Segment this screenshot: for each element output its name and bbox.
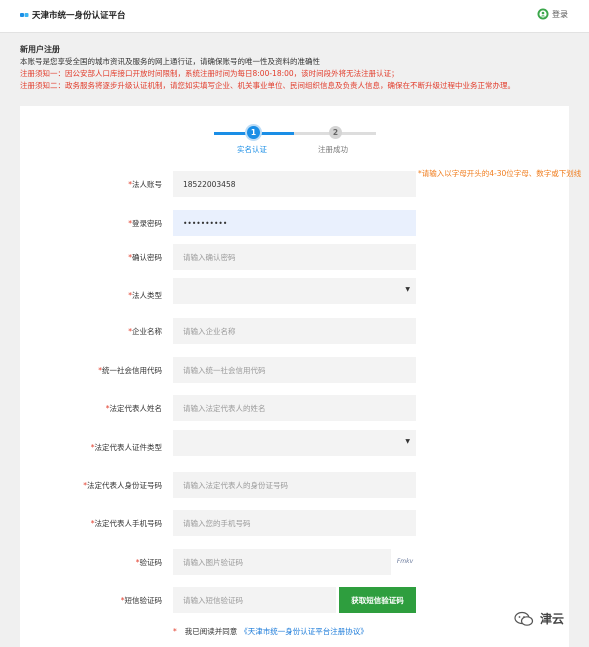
captcha-label: *验证码 — [135, 558, 162, 567]
logo-icon — [20, 13, 29, 17]
sms-code-label: *短信验证码 — [120, 596, 162, 605]
company-name-label: *企业名称 — [128, 327, 162, 336]
account-label: *法人账号 — [128, 180, 162, 189]
top-bar: 天津市统一身份认证平台 登录 — [0, 0, 589, 33]
progress-stepper: 1 2 实名认证 注册成功 — [212, 124, 377, 156]
step-1-label: 实名认证 — [237, 145, 267, 154]
watermark-text: 津云 — [540, 612, 565, 626]
company-name-input[interactable] — [173, 318, 416, 344]
rep-name-label: *法定代表人姓名 — [105, 404, 162, 413]
step-1-circle: 1 — [247, 126, 260, 139]
rep-id-number-label: *法定代表人身份证号码 — [83, 481, 162, 490]
agreement-text: 我已阅读并同意 — [184, 627, 238, 636]
agreement-row: * 我已阅读并同意 《天津市统一身份认证平台注册协议》 — [173, 626, 368, 637]
page-title: 新用户注册 — [20, 45, 60, 54]
credit-code-label: *统一社会信用代码 — [98, 366, 162, 375]
legal-type-select[interactable]: ▼ — [173, 278, 416, 304]
notice-warning-2: 注册须知二：政务服务将逐步升级认证机制，请您如实填写企业、机关事业单位、民间组织… — [20, 81, 515, 90]
rep-name-input[interactable] — [173, 395, 416, 421]
chevron-down-icon: ▼ — [405, 438, 410, 445]
login-label: 登录 — [552, 9, 568, 19]
confirm-password-label: *确认密码 — [128, 253, 162, 262]
notice-description: 本账号是您享受全国的城市资讯及服务的网上通行证，请确保账号的唯一性及资料的准确性 — [20, 57, 320, 66]
rep-id-type-label: *法定代表人证件类型 — [90, 443, 162, 452]
chevron-down-icon: ▼ — [405, 286, 410, 293]
password-label: *登录密码 — [128, 219, 162, 228]
legal-type-label: *法人类型 — [128, 291, 162, 300]
step-2-label: 注册成功 — [318, 145, 348, 154]
credit-code-input[interactable] — [173, 357, 416, 383]
captcha-input[interactable] — [173, 549, 391, 575]
site-title: 天津市统一身份认证平台 — [32, 11, 126, 21]
account-hint: *请输入以字母开头的4-30位字母、数字或下划线 — [418, 169, 582, 178]
sms-code-input[interactable] — [173, 587, 336, 613]
rep-id-number-input[interactable] — [173, 472, 416, 498]
rep-phone-label: *法定代表人手机号码 — [90, 519, 162, 528]
password-input[interactable] — [173, 210, 416, 236]
account-input[interactable] — [173, 171, 416, 197]
confirm-password-input[interactable] — [173, 244, 416, 270]
captcha-image[interactable]: Fmkv — [393, 555, 417, 569]
get-sms-code-button[interactable]: 获取短信验证码 — [339, 587, 416, 613]
rep-id-type-select[interactable]: ▼ — [173, 430, 416, 456]
step-2-circle: 2 — [329, 126, 342, 139]
agreement-link[interactable]: 《天津市统一身份认证平台注册协议》 — [240, 627, 368, 636]
agreement-required-mark: * — [173, 627, 177, 636]
watermark: 津云 — [514, 610, 564, 627]
rep-phone-input[interactable] — [173, 510, 416, 536]
registration-notice: 新用户注册 本账号是您享受全国的城市资讯及服务的网上通行证，请确保账号的唯一性及… — [20, 44, 580, 92]
wechat-icon — [514, 611, 534, 626]
notice-warning-1: 注册须知一：因公安部人口库接口开放时间限制，系统注册时间为每日8:00-18:0… — [20, 69, 399, 78]
login-link[interactable]: 登录 — [537, 8, 568, 20]
user-login-icon — [537, 8, 549, 20]
